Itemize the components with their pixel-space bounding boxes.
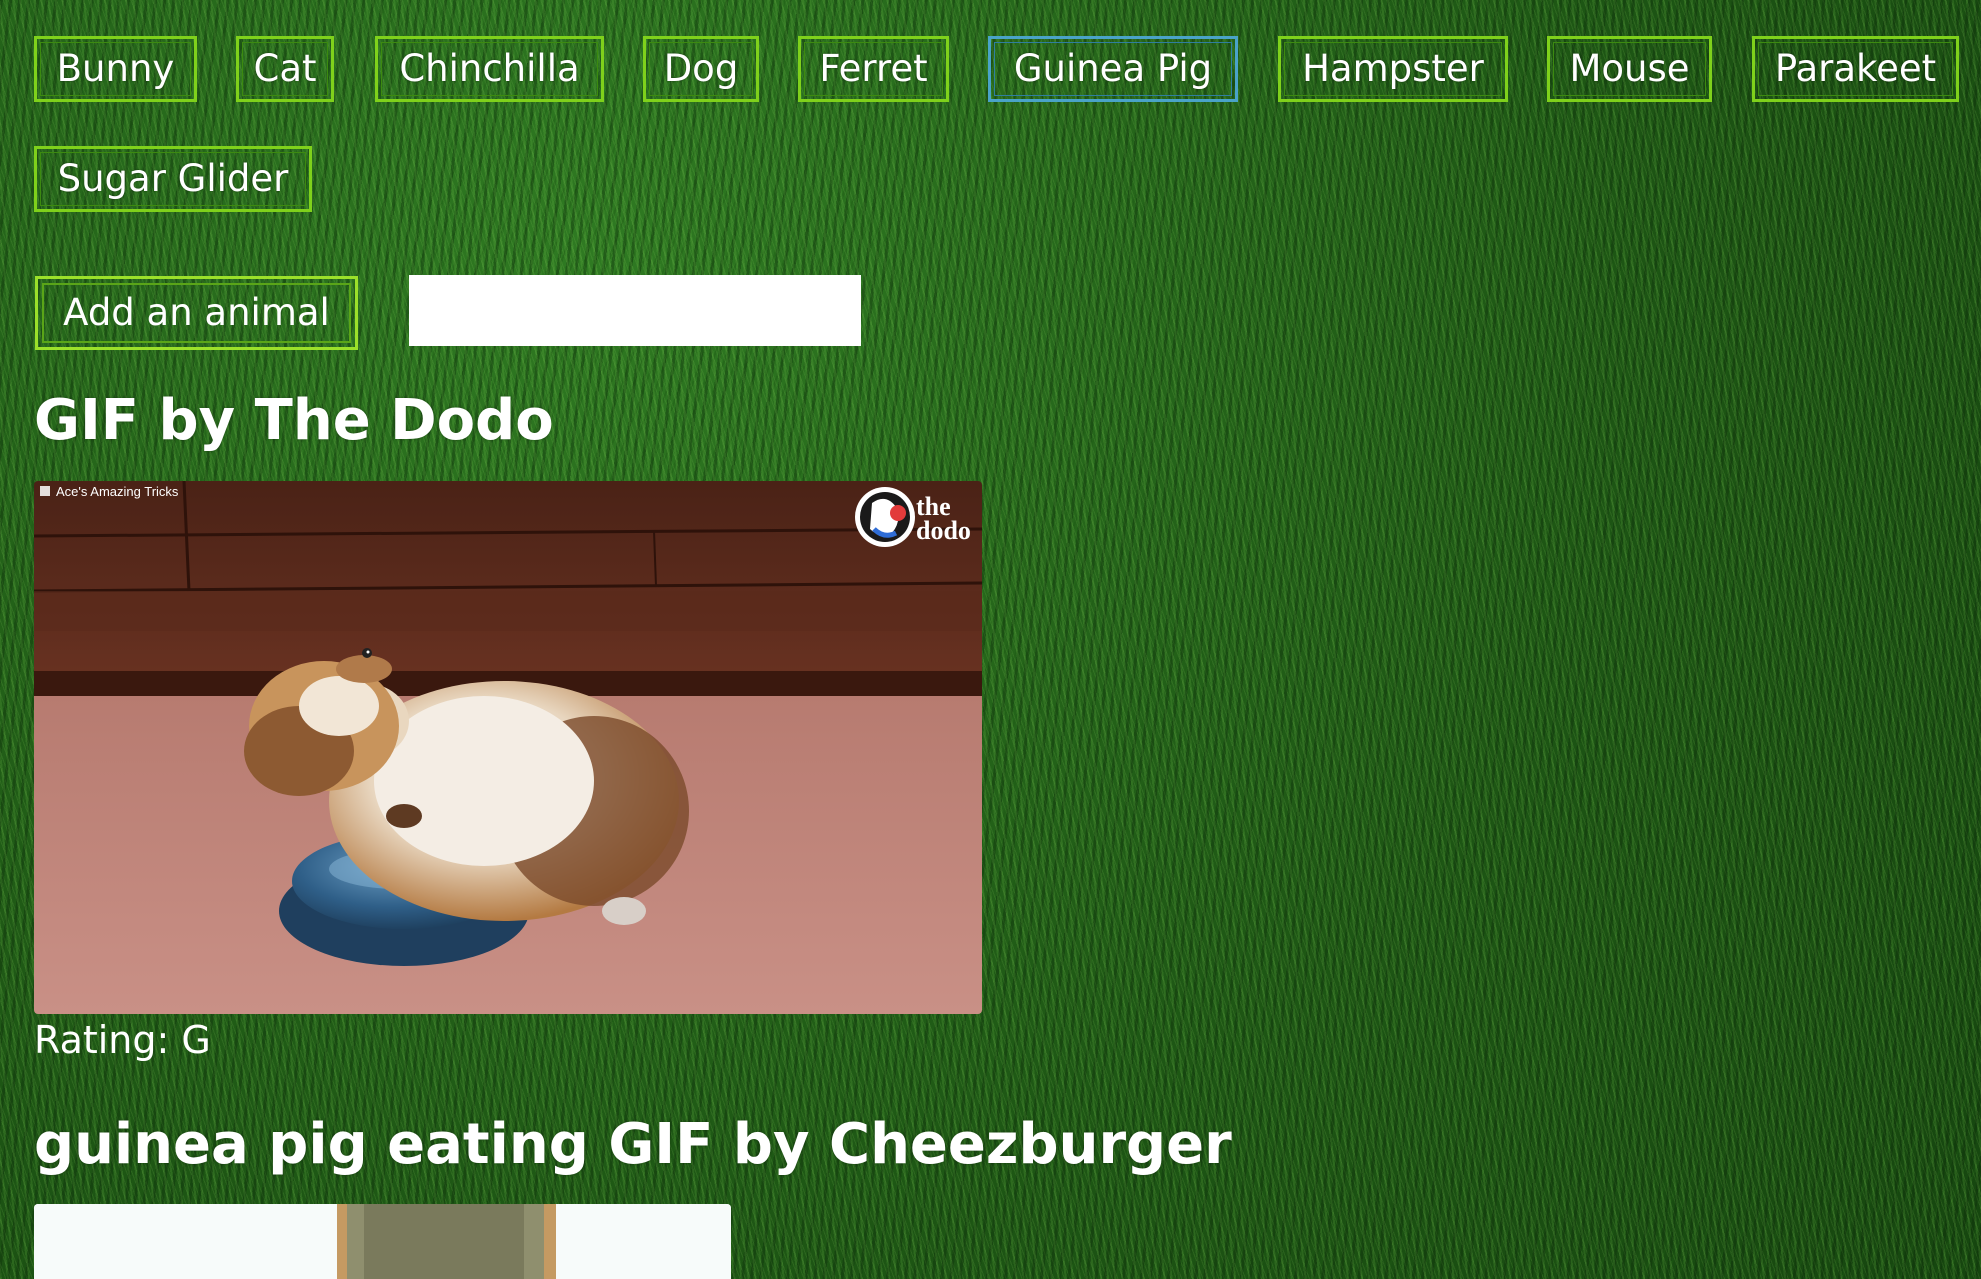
guinea-pig-gif-illustration: Ace's Amazing Tricks the dodo [34,481,982,1014]
animal-name-input[interactable] [409,275,861,346]
animal-button-parakeet[interactable]: Parakeet [1752,36,1959,102]
gif-rating: Rating: G [34,1018,211,1062]
animal-button-mouse[interactable]: Mouse [1547,36,1712,102]
animal-button-dog[interactable]: Dog [643,36,759,102]
gif-title: GIF by The Dodo [34,388,554,453]
gif-image-2[interactable] [34,1204,731,1279]
animal-button-guinea-pig[interactable]: Guinea Pig [988,36,1238,102]
animal-button-hampster[interactable]: Hampster [1278,36,1508,102]
animal-button-chinchilla[interactable]: Chinchilla [375,36,604,102]
gif-title-2: guinea pig eating GIF by Cheezburger [34,1112,1232,1177]
animal-button-bunny[interactable]: Bunny [34,36,197,102]
gif-caption: Ace's Amazing Tricks [56,484,179,499]
add-animal-button[interactable]: Add an animal [35,276,358,350]
svg-text:dodo: dodo [916,516,971,545]
gif-image[interactable]: Ace's Amazing Tricks the dodo [34,481,982,1014]
cheezburger-gif-illustration [34,1204,731,1279]
animal-button-sugar-glider[interactable]: Sugar Glider [34,146,312,212]
animal-button-ferret[interactable]: Ferret [798,36,949,102]
animal-button-cat[interactable]: Cat [236,36,334,102]
